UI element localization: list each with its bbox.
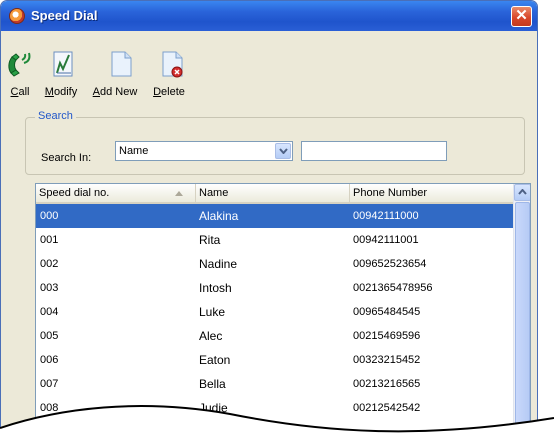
phone-number-cell: 009652523654 [353,258,427,270]
vertical-scrollbar[interactable] [513,184,530,445]
table-row[interactable]: 002 Nadine 009652523654 [36,252,514,276]
speed-dial-window: Speed Dial ✕ Call Modify Add New Delete … [0,0,538,446]
speed-dial-no-cell: 004 [40,306,59,318]
list-rows: 000 Alakina 00942111000 001 Rita 00942111001 0… [36,204,514,420]
column-header-speed-dial-no[interactable]: Speed dial no. [36,184,196,204]
search-field-value: Name [119,145,149,157]
table-row[interactable]: 003 Intosh 0021365478956 [36,276,514,300]
phone-number-cell: 00213216565 [353,378,421,390]
add-new-label: dd New [100,86,138,98]
name-cell: Alakina [199,209,239,223]
delete-page-icon [162,51,182,78]
name-cell: Luke [199,305,226,319]
call-button[interactable]: Call [5,49,35,98]
close-icon: ✕ [515,7,528,24]
name-cell: Alec [199,329,223,343]
edit-pen-icon [53,51,72,77]
name-cell: Intosh [199,281,232,295]
speed-dial-no-cell: 007 [40,378,59,390]
scrollbar-thumb[interactable] [515,202,530,445]
phone-number-cell: 00212542542 [353,402,421,414]
call-label: all [18,86,30,98]
speed-dial-list: Speed dial no. Name Phone Number 000 Alak… [35,183,531,445]
delete-button[interactable]: Delete [149,49,189,98]
name-cell: Eaton [199,353,231,367]
search-field-select[interactable]: Name [115,141,293,161]
phone-number-cell: 0021365478956 [353,282,433,294]
speed-dial-no-cell: 008 [40,402,59,414]
name-cell: Rita [199,233,221,247]
speed-dial-no-cell: 005 [40,330,59,342]
phone-handset-icon [8,52,31,77]
speed-dial-no-cell: 002 [40,258,59,270]
table-row[interactable]: 007 Bella 00213216565 [36,372,514,396]
add-new-mnemonic: A [92,86,101,98]
column-header-name[interactable]: Name [196,184,350,204]
table-row[interactable]: 001 Rita 00942111001 [36,228,514,252]
phone-number-cell: 00942111000 [353,210,419,222]
modify-mnemonic: M [44,86,54,98]
speed-dial-no-cell: 006 [40,354,59,366]
table-row[interactable]: 004 Luke 00965484545 [36,300,514,324]
modify-label: odify [53,86,78,98]
table-row[interactable]: 008 Judie 00212542542 [36,396,514,420]
title-bar[interactable]: Speed Dial ✕ [1,1,537,31]
phone-number-cell: 00323215452 [353,354,421,366]
scroll-up-button[interactable] [514,184,530,201]
speed-dial-no-cell: 000 [40,210,59,222]
modify-button[interactable]: Modify [41,49,81,98]
phone-number-cell: 00942111001 [353,234,419,246]
delete-mnemonic: D [153,86,162,98]
table-row[interactable]: 006 Eaton 00323215452 [36,348,514,372]
chevron-down-icon[interactable] [275,143,291,159]
close-button[interactable]: ✕ [511,6,532,27]
search-group-label: Search [35,110,76,122]
name-cell: Judie [199,401,228,415]
name-cell: Nadine [199,257,238,271]
delete-label: elete [161,86,185,98]
search-in-label: Search In: [41,152,92,164]
phone-number-cell: 00965484545 [353,306,421,318]
speed-dial-no-cell: 003 [40,282,59,294]
table-row[interactable]: 000 Alakina 00942111000 [36,204,514,228]
new-page-icon [111,51,131,77]
list-header: Speed dial no. Name Phone Number [36,184,514,204]
sort-ascending-icon [175,191,183,196]
search-input[interactable] [301,141,447,161]
add-new-button[interactable]: Add New [89,49,141,98]
app-icon [9,8,25,24]
phone-number-cell: 00215469596 [353,330,421,342]
chevron-up-icon [518,189,527,195]
window-title: Speed Dial [31,8,98,23]
name-cell: Bella [199,377,226,391]
speed-dial-no-cell: 001 [40,234,59,246]
table-row[interactable]: 005 Alec 00215469596 [36,324,514,348]
column-header-phone-number[interactable]: Phone Number [350,184,514,204]
